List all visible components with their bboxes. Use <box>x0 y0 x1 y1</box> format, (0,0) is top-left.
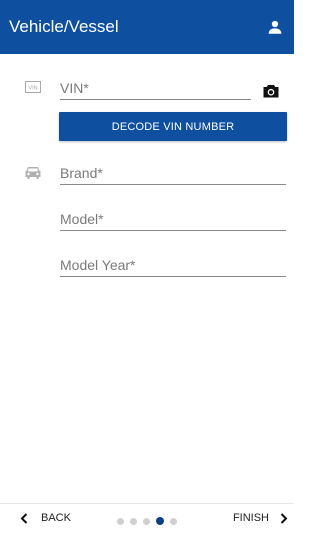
svg-text:VIN: VIN <box>28 86 37 92</box>
vin-badge-icon: VIN <box>25 81 41 93</box>
model-year-field[interactable] <box>60 255 286 277</box>
chevron-right-icon <box>280 512 288 524</box>
vin-input[interactable] <box>60 78 251 98</box>
back-label: BACK <box>41 512 71 524</box>
footer-nav: BACK FINISH <box>0 504 294 538</box>
vin-field[interactable] <box>60 78 251 100</box>
finish-button[interactable]: FINISH <box>233 512 288 524</box>
person-icon[interactable] <box>266 18 284 36</box>
step-dot <box>170 517 177 525</box>
model-input[interactable] <box>60 209 286 229</box>
finish-label: FINISH <box>232 512 269 524</box>
brand-field[interactable] <box>60 163 286 185</box>
chevron-left-icon <box>20 512 28 524</box>
step-dot <box>130 517 137 525</box>
model-field[interactable] <box>60 209 286 231</box>
page-title: Vehicle/Vessel <box>9 17 119 36</box>
brand-input[interactable] <box>60 163 286 183</box>
step-dot-current <box>156 517 164 525</box>
model-year-input[interactable] <box>60 255 286 275</box>
back-button[interactable]: BACK <box>20 512 71 524</box>
car-icon <box>25 167 41 179</box>
decode-vin-button[interactable]: DECODE VIN NUMBER <box>59 112 287 141</box>
camera-icon[interactable] <box>263 84 279 98</box>
step-indicator <box>117 517 177 525</box>
step-dot <box>143 517 150 525</box>
step-dot <box>117 517 124 525</box>
app-bar: Vehicle/Vessel <box>0 0 294 54</box>
